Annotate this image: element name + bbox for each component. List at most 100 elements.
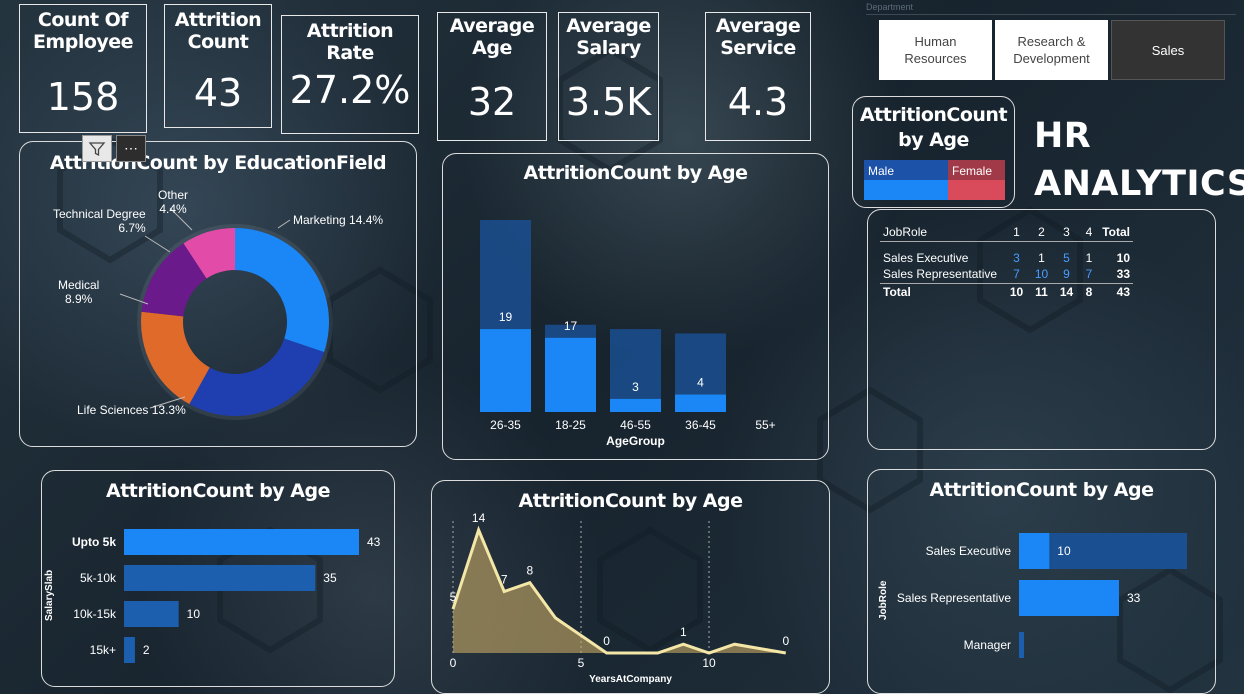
data-label: 8 xyxy=(526,564,533,578)
donut-label-pct: 14.4% xyxy=(349,213,384,227)
bar xyxy=(124,565,316,591)
slicer-option-text: Resources xyxy=(904,51,967,66)
donut-label-name: Life Sciences xyxy=(77,403,149,417)
x-tick-label: 10 xyxy=(702,656,716,670)
hr-title-line: HR xyxy=(1034,116,1092,156)
age-group-panel: AttritionCount by Age 19 26-35 17 18-25 3 46-… xyxy=(442,153,829,460)
donut-label-name: Other xyxy=(158,188,189,202)
salary-slab-panel: AttritionCount by Age SalarySlab 43 Upto … xyxy=(41,470,395,687)
kpi-attrition-count: Attrition Count 43 xyxy=(164,4,272,128)
donut-label-medical: Medical 8.9% xyxy=(58,278,99,306)
kpi-title: Average xyxy=(449,15,535,37)
bar xyxy=(124,529,359,555)
data-label: 33 xyxy=(1127,591,1141,605)
matrix-cell: 5 xyxy=(1063,250,1070,265)
matrix-cell: 43 xyxy=(1116,284,1130,299)
data-label: 7 xyxy=(501,573,508,587)
donut-label-life-sciences: Life Sciences 13.3% xyxy=(77,403,186,417)
bar xyxy=(1019,580,1119,616)
donut-slice xyxy=(235,228,329,353)
x-tick-label: 18-25 xyxy=(555,418,586,432)
filter-icon[interactable] xyxy=(82,135,112,162)
kpi-title: Average xyxy=(715,15,801,37)
kpi-count-of-employee: Count Of Employee 158 xyxy=(19,4,147,133)
male-segment[interactable]: Male xyxy=(864,160,948,200)
matrix-cell: 1 xyxy=(1038,250,1045,265)
slicer-option-human-resources[interactable]: Human Resources xyxy=(879,20,992,80)
matrix-cell: 10 xyxy=(1009,284,1024,299)
gender-card-title: AttritionCount by Age xyxy=(853,103,1014,153)
hr-title-line: ANALYTICS xyxy=(1034,164,1244,204)
bar xyxy=(1019,533,1050,569)
table-row[interactable]: Sales Representative 7 10 9 7 33 xyxy=(880,266,1133,283)
x-tick-label: 5 xyxy=(578,656,585,670)
male-label: Male xyxy=(868,164,895,178)
x-tick-label: 26-35 xyxy=(490,418,521,432)
kpi-title: Service xyxy=(720,37,796,59)
gender-card: AttritionCount by Age Male Female xyxy=(852,96,1015,208)
kpi-title: Average xyxy=(566,15,651,37)
years-at-company-panel: AttritionCount by Age 5 14 7 8 0 1 0 0 5 10 Years… xyxy=(431,480,830,694)
donut-label-other: Other 4.4% xyxy=(158,188,188,216)
bar xyxy=(124,601,179,627)
matrix-spacer xyxy=(880,241,1133,249)
female-label: Female xyxy=(952,164,993,178)
data-label: 14 xyxy=(472,511,486,525)
matrix-cell: Total xyxy=(883,284,911,299)
matrix-header: 3 xyxy=(1063,225,1070,240)
matrix-cell: 8 xyxy=(1085,284,1093,299)
kpi-average-service: Average Service 4.3 xyxy=(705,12,811,141)
more-options-icon[interactable]: ⋯ xyxy=(116,135,146,162)
y-tick-label: 10k-15k xyxy=(73,607,117,621)
x-tick-label: 55+ xyxy=(755,418,775,432)
salary-slab-bar-chart: 43 Upto 5k 35 5k-10k 10 10k-15k 2 15k+ xyxy=(72,529,381,663)
jobrole-matrix: JobRole 1 2 3 4 Total Sales Executive 3 … xyxy=(880,224,1133,300)
slicer-option-text: Research & xyxy=(1017,34,1086,49)
slicer-option-sales[interactable]: Sales xyxy=(1111,20,1225,80)
kpi-title: Attrition Rate xyxy=(306,20,394,64)
donut-slice xyxy=(189,338,325,416)
data-label: 10 xyxy=(1057,544,1071,558)
kpi-value: 4.3 xyxy=(727,80,789,124)
kpi-attrition-rate: Attrition Rate 27.2% xyxy=(281,15,419,134)
data-label: 3 xyxy=(632,380,639,394)
slicer-option-text: Sales xyxy=(1151,42,1185,58)
kpi-value: 158 xyxy=(46,75,120,119)
data-label: 17 xyxy=(564,319,578,333)
data-label: 5 xyxy=(450,590,457,604)
matrix-cell: 1 xyxy=(1085,250,1093,265)
kpi-average-salary: Average Salary 3.5K xyxy=(558,12,659,141)
donut-label-pct: 13.3% xyxy=(151,403,186,417)
matrix-header: 2 xyxy=(1038,225,1045,240)
kpi-value: 32 xyxy=(467,80,517,124)
x-axis-label: YearsAtCompany xyxy=(589,674,672,685)
donut-label-marketing: Marketing 14.4% xyxy=(293,213,383,227)
donut-label-name: Medical xyxy=(58,278,100,292)
kpi-title: Age xyxy=(472,37,512,59)
y-tick-label: 15k+ xyxy=(90,643,116,657)
data-label: 19 xyxy=(499,310,513,324)
matrix-header: 1 xyxy=(1013,225,1020,240)
slicer-option-text: Human xyxy=(914,34,957,49)
donut-label-technical-degree: Technical Degree 6.7% xyxy=(53,207,146,235)
bar xyxy=(1019,632,1024,658)
matrix-cell: 10 xyxy=(1116,250,1130,265)
female-segment[interactable]: Female xyxy=(948,160,1005,200)
bar xyxy=(480,329,531,412)
matrix-cell: 10 xyxy=(1034,267,1049,282)
matrix-header: Total xyxy=(1102,225,1130,240)
kpi-title: Salary xyxy=(576,37,641,59)
matrix-cell: 9 xyxy=(1063,267,1070,282)
kpi-title: Attrition xyxy=(174,9,262,31)
matrix-cell: 33 xyxy=(1116,267,1130,282)
donut-leader-line xyxy=(144,235,171,253)
donut-label-pct: 4.4% xyxy=(159,202,187,216)
table-row[interactable]: Sales Executive 3 1 5 1 10 xyxy=(880,249,1133,266)
jobrole-matrix-panel: JobRole 1 2 3 4 Total Sales Executive 3 … xyxy=(867,209,1216,450)
matrix-cell: Sales Representative xyxy=(883,267,998,282)
matrix-cell: 3 xyxy=(1013,250,1020,265)
table-row[interactable]: Total 10 11 14 8 43 xyxy=(880,283,1133,300)
kpi-title: Employee xyxy=(32,31,134,53)
matrix-cell: 14 xyxy=(1059,284,1074,299)
slicer-option-research-development[interactable]: Research & Development xyxy=(995,20,1108,80)
